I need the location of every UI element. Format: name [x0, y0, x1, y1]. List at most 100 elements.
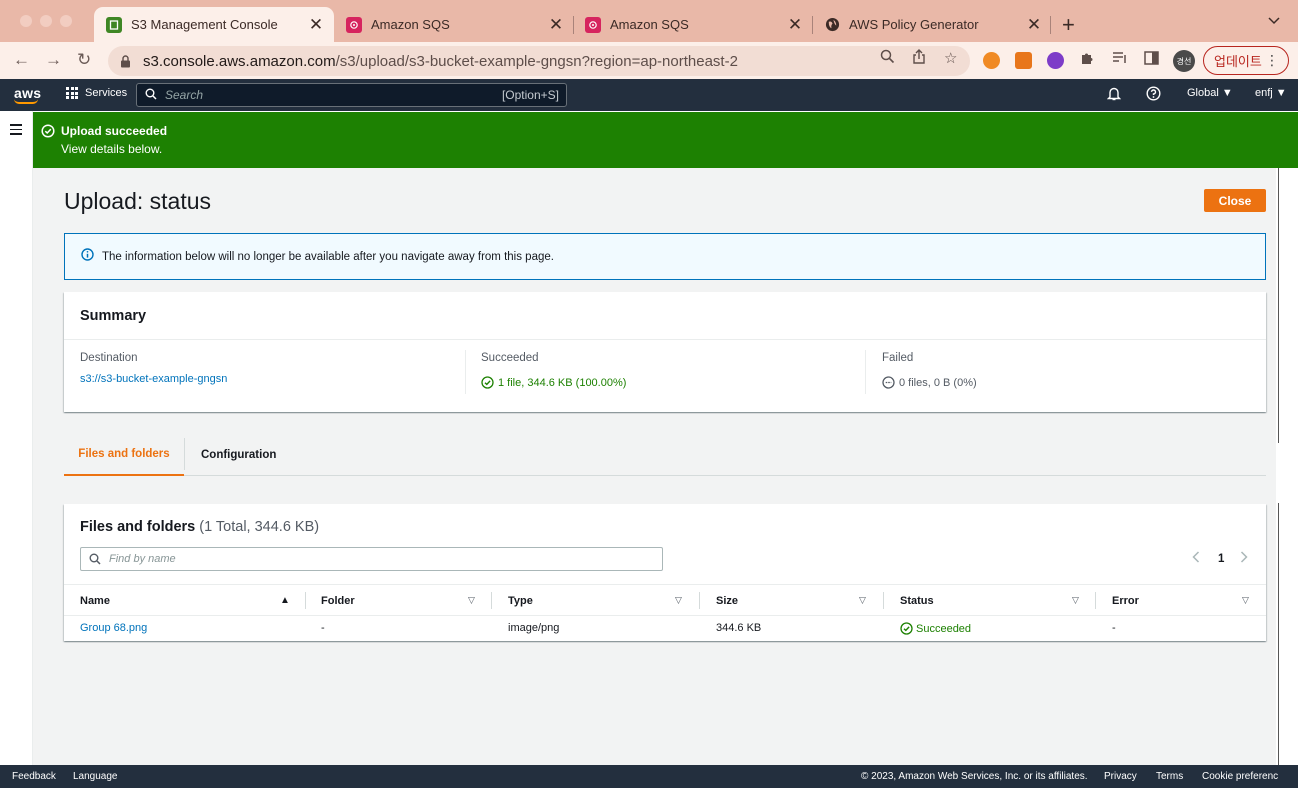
file-status: Succeeded [900, 622, 971, 635]
cookie-preferences-link[interactable]: Cookie preferenc [1202, 771, 1278, 782]
find-by-name-input[interactable]: Find by name [80, 547, 663, 571]
terms-link[interactable]: Terms [1156, 771, 1183, 782]
new-tab-icon[interactable]: + [1062, 12, 1075, 38]
column-header-error[interactable]: Error ▽ [1112, 585, 1252, 616]
help-icon[interactable] [1146, 86, 1161, 104]
feedback-link[interactable]: Feedback [12, 771, 56, 782]
extension-orange-icon[interactable] [983, 52, 1000, 69]
aws-search-input[interactable]: Search [Option+S] [136, 83, 567, 107]
find-placeholder: Find by name [109, 553, 176, 565]
reload-icon[interactable]: ↻ [77, 50, 91, 70]
sort-caret-icon[interactable]: ▽ [859, 595, 866, 606]
column-header-status[interactable]: Status ▽ [900, 585, 1080, 616]
column-header-type[interactable]: Type ▽ [508, 585, 688, 616]
browser-update-button[interactable]: 업데이트 ⋮ [1203, 46, 1289, 75]
notifications-bell-icon[interactable] [1106, 86, 1122, 104]
succeeded-column: Succeeded 1 file, 344.6 KB (100.00%) [481, 352, 861, 389]
more-vertical-icon[interactable]: ⋮ [1265, 52, 1279, 69]
bookmark-star-icon[interactable]: ☆ [944, 49, 957, 67]
s3-favicon-icon [106, 16, 122, 33]
failed-label: Failed [882, 352, 914, 364]
previous-page-icon[interactable] [1192, 551, 1200, 566]
lock-icon[interactable] [120, 54, 133, 68]
tab-close-icon[interactable]: ✕ [306, 15, 326, 35]
hamburger-menu-icon[interactable] [10, 124, 22, 138]
failed-column: Failed 0 files, 0 B (0%) [882, 352, 1262, 389]
url-text: s3.console.aws.amazon.com/s3/upload/s3-b… [143, 52, 738, 70]
window-zoom-dot[interactable] [60, 15, 72, 27]
side-navigation-rail [0, 111, 33, 765]
file-name-link[interactable]: Group 68.png [80, 622, 147, 634]
info-icon [81, 247, 94, 266]
tab-title: Amazon SQS [610, 17, 689, 32]
sort-caret-icon[interactable]: ▽ [1242, 595, 1249, 606]
copyright-text: © 2023, Amazon Web Services, Inc. or its… [861, 771, 1088, 782]
success-check-icon [900, 622, 913, 635]
forward-arrow-icon[interactable]: → [45, 50, 62, 70]
files-header: Files and folders (1 Total, 344.6 KB) [80, 519, 320, 535]
console-footer: Feedback Language © 2023, Amazon Web Ser… [0, 765, 1298, 788]
upload-success-flashbar: Upload succeeded View details below. [33, 112, 1298, 168]
services-grid-icon [66, 87, 78, 99]
files-count: (1 Total, 344.6 KB) [199, 519, 320, 535]
address-bar[interactable]: s3.console.aws.amazon.com/s3/upload/s3-b… [108, 46, 970, 76]
metamask-fox-icon[interactable] [1015, 52, 1032, 69]
reading-list-icon[interactable] [1112, 51, 1128, 69]
language-link[interactable]: Language [73, 771, 118, 782]
sqs-favicon-icon [585, 16, 601, 33]
tab-close-icon[interactable]: ✕ [785, 15, 805, 35]
tab-title: S3 Management Console [131, 17, 278, 32]
sort-caret-icon[interactable]: ▽ [675, 595, 682, 606]
tab-title: AWS Policy Generator [849, 17, 979, 32]
back-arrow-icon[interactable]: ← [13, 50, 30, 70]
sort-caret-icon[interactable]: ▽ [1072, 595, 1079, 606]
right-edge-overlay [1276, 145, 1298, 765]
browser-tab-sqs-1[interactable]: Amazon SQS ✕ [334, 7, 574, 42]
browser-tab-policy-generator[interactable]: AWS Policy Generator ✕ [812, 7, 1052, 42]
window-minimize-dot[interactable] [40, 15, 52, 27]
file-folder: - [321, 622, 325, 634]
services-label: Services [85, 87, 128, 99]
sort-caret-icon[interactable]: ▽ [468, 595, 475, 606]
region-selector[interactable]: Global ▼ [1187, 87, 1233, 99]
browser-tab-sqs-2[interactable]: Amazon SQS ✕ [573, 7, 813, 42]
browser-toolbar: ← → ↻ s3.console.aws.amazon.com/s3/uploa… [0, 42, 1298, 79]
tab-close-icon[interactable]: ✕ [1024, 15, 1044, 35]
browser-tab-strip: S3 Management Console ✕ Amazon SQS ✕ Ama… [0, 0, 1298, 42]
share-icon[interactable] [912, 49, 926, 69]
close-button[interactable]: Close [1204, 189, 1266, 212]
file-size: 344.6 KB [716, 622, 762, 634]
update-label: 업데이트 [1214, 54, 1262, 69]
info-text: The information below will no longer be … [102, 250, 554, 263]
tab-close-icon[interactable]: ✕ [546, 15, 566, 35]
browser-tab-s3[interactable]: S3 Management Console ✕ [94, 7, 334, 42]
extensions-puzzle-icon[interactable] [1080, 51, 1095, 70]
profile-avatar[interactable]: 경선 [1173, 50, 1195, 72]
flash-message: View details below. [61, 142, 163, 156]
destination-label: Destination [80, 352, 138, 364]
privacy-link[interactable]: Privacy [1104, 771, 1137, 782]
search-icon [145, 88, 157, 103]
column-header-name[interactable]: Name ▲ [80, 585, 292, 616]
services-menu-button[interactable]: Services [66, 87, 127, 99]
current-page-number[interactable]: 1 [1218, 553, 1224, 565]
column-header-size[interactable]: Size ▽ [716, 585, 876, 616]
files-and-folders-panel: Files and folders (1 Total, 344.6 KB) Fi… [64, 504, 1266, 641]
page-title: Upload: status [64, 188, 212, 214]
minus-circle-icon [882, 376, 895, 389]
side-panel-icon[interactable] [1144, 51, 1159, 69]
flash-title: Upload succeeded [61, 124, 168, 138]
details-tabs: Files and folders Configuration [64, 434, 1266, 476]
next-page-icon[interactable] [1240, 551, 1248, 566]
tab-configuration[interactable]: Configuration [201, 434, 276, 476]
tab-search-chevron-icon[interactable] [1268, 13, 1280, 28]
sort-ascending-icon[interactable]: ▲ [280, 595, 290, 606]
window-close-dot[interactable] [20, 15, 32, 27]
table-row: Group 68.png - image/png 344.6 KB Succee… [64, 617, 1266, 641]
account-menu[interactable]: enfj ▼ [1255, 87, 1287, 99]
destination-link[interactable]: s3://s3-bucket-example-gngsn [80, 373, 460, 385]
column-header-folder[interactable]: Folder ▽ [321, 585, 481, 616]
extension-purple-icon[interactable] [1047, 52, 1064, 69]
tab-files-and-folders[interactable]: Files and folders [64, 434, 184, 476]
zoom-magnifier-icon[interactable] [880, 49, 895, 68]
